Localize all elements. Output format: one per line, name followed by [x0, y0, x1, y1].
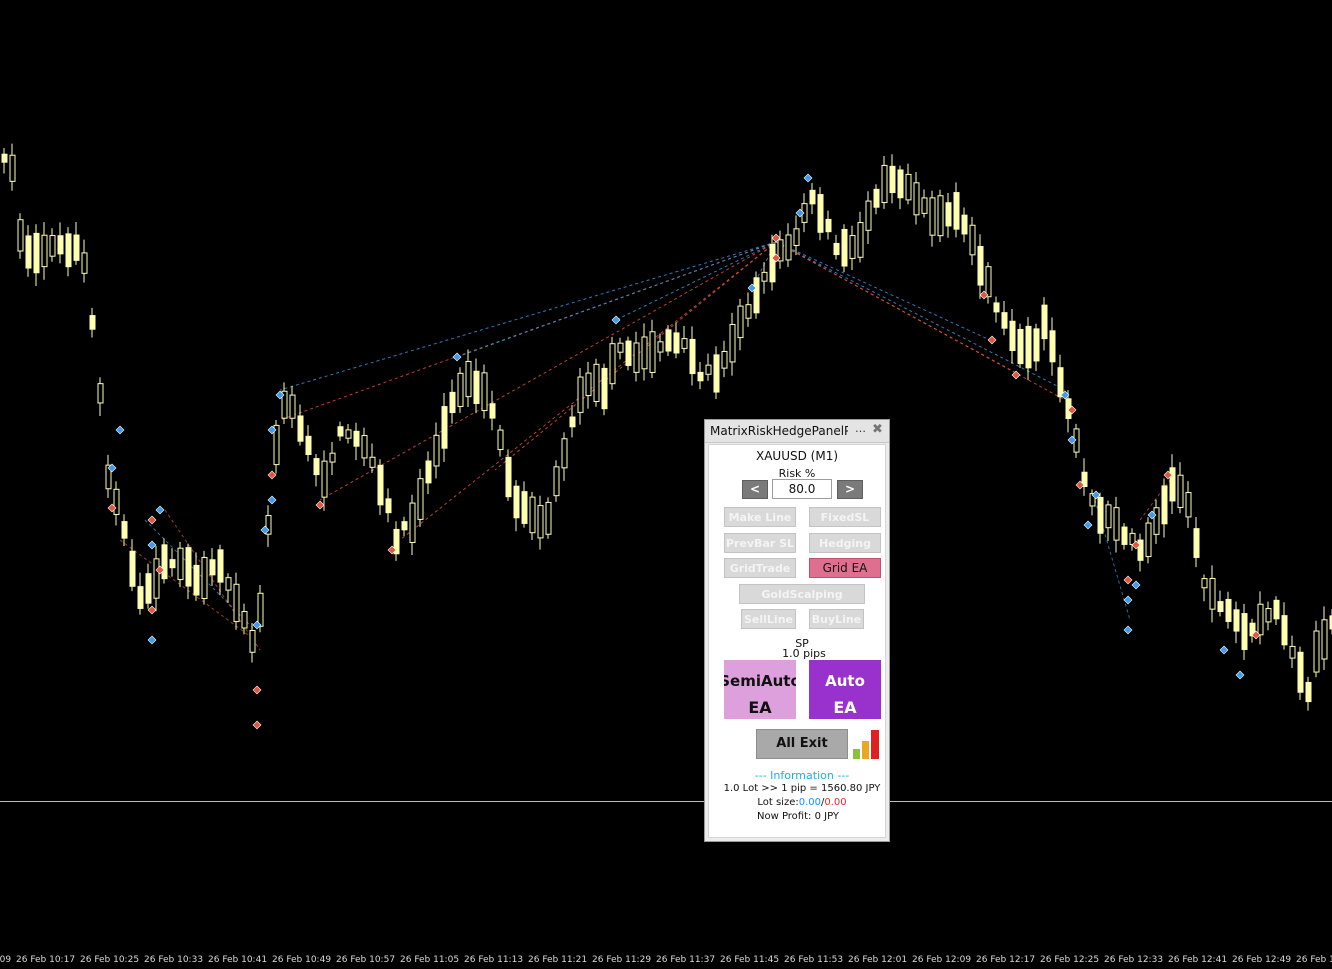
- semi-auto-line1: SemiAuto: [724, 672, 796, 690]
- semi-auto-line2: EA: [748, 698, 772, 717]
- all-exit-button[interactable]: All Exit: [756, 729, 848, 759]
- trade-markers: [107, 173, 1261, 730]
- spread-value: 1.0 pips: [782, 647, 826, 660]
- time-tick-label: 26 Feb 12:49: [1232, 955, 1292, 965]
- time-axis: 26 Feb 10:09 26 Feb 10:17 26 Feb 10:25 26 F…: [0, 953, 1332, 969]
- gold-scalping-button[interactable]: GoldScalping: [739, 584, 865, 604]
- time-tick-label: 26 Feb 11:37: [656, 955, 716, 965]
- minimize-icon[interactable]: …: [855, 422, 866, 435]
- time-tick-label: 26 Feb 12:01: [848, 955, 908, 965]
- panel-body: XAUUSD (M1) Risk % < 80.0 > Make Line Fi…: [708, 444, 886, 838]
- lot-size-sell: 0.00: [824, 797, 847, 808]
- time-tick-label: 26 Feb 11:21: [528, 955, 588, 965]
- auto-line1: Auto: [825, 672, 865, 690]
- time-tick-label: 26 Feb 10:25: [80, 955, 140, 965]
- close-icon[interactable]: ✖: [872, 422, 883, 437]
- risk-input[interactable]: 80.0: [772, 479, 832, 499]
- time-tick-label: 26 Feb 11:05: [400, 955, 460, 965]
- hedging-button[interactable]: Hedging: [809, 533, 881, 553]
- time-tick-label: 26 Feb 11:13: [464, 955, 524, 965]
- now-profit-label: Now Profit:: [756, 811, 812, 822]
- time-tick-label: 26 Feb 10:17: [16, 955, 76, 965]
- time-tick-label: 26 Feb 11:53: [784, 955, 844, 965]
- prevbar-sl-button[interactable]: PrevBar SL: [724, 533, 796, 553]
- price-chart[interactable]: [0, 0, 1332, 969]
- lot-size-buy: 0.00: [798, 797, 821, 808]
- lot-size-row: Lot size:0.00/0.00: [709, 797, 895, 808]
- time-tick-label: 26 Feb 10:33: [144, 955, 204, 965]
- grid-ea-button[interactable]: Grid EA: [809, 558, 881, 578]
- risk-hedge-panel[interactable]: MatrixRiskHedgePanelPro … ✖ XAUUSD (M1) …: [704, 419, 890, 842]
- sell-line-button[interactable]: SellLine: [741, 609, 796, 629]
- time-tick-label: 26 Feb 11:45: [720, 955, 780, 965]
- risk-decrease-button[interactable]: <: [742, 480, 768, 499]
- now-profit-value: 0 JPY: [814, 811, 840, 822]
- time-tick-label: 26 Feb 12:41: [1168, 955, 1228, 965]
- time-tick-label: 26 Feb 12:17: [976, 955, 1036, 965]
- time-tick-label: 26 Feb 12:57: [1296, 955, 1332, 965]
- fixed-sl-button[interactable]: FixedSL: [809, 507, 881, 527]
- now-profit-row: Now Profit: 0 JPY: [705, 811, 891, 822]
- time-tick-label: 26 Feb 12:09: [912, 955, 972, 965]
- symbol-label: XAUUSD (M1): [755, 449, 839, 463]
- info-header: --- Information ---: [754, 769, 850, 782]
- semi-auto-ea-button[interactable]: SemiAuto EA: [724, 660, 796, 719]
- time-tick-label: 26 Feb 12:33: [1104, 955, 1164, 965]
- make-line-button[interactable]: Make Line: [724, 507, 796, 527]
- grid-trade-button[interactable]: GridTrade: [724, 558, 796, 578]
- risk-increase-button[interactable]: >: [837, 480, 863, 499]
- lot-size-label: Lot size:: [757, 797, 799, 808]
- time-tick-label: 26 Feb 10:41: [208, 955, 268, 965]
- time-tick-label: 26 Feb 10:57: [336, 955, 396, 965]
- auto-line2: EA: [833, 698, 857, 717]
- panel-title-bar[interactable]: MatrixRiskHedgePanelPro … ✖: [705, 420, 889, 443]
- panel-title: MatrixRiskHedgePanelPro: [710, 424, 848, 438]
- auto-ea-button[interactable]: Auto EA: [809, 660, 881, 719]
- candlestick-series: [1, 143, 1332, 711]
- time-tick-label: 26 Feb 10:09: [0, 955, 12, 965]
- signal-strength-icon: [853, 729, 885, 759]
- buy-line-button[interactable]: BuyLine: [809, 609, 864, 629]
- price-level-line[interactable]: [0, 801, 1332, 802]
- time-tick-label: 26 Feb 10:49: [272, 955, 332, 965]
- lot-pip-info: 1.0 Lot >> 1 pip = 1560.80 JPY: [723, 783, 881, 794]
- time-tick-label: 26 Feb 11:29: [592, 955, 652, 965]
- time-tick-label: 26 Feb 12:25: [1040, 955, 1100, 965]
